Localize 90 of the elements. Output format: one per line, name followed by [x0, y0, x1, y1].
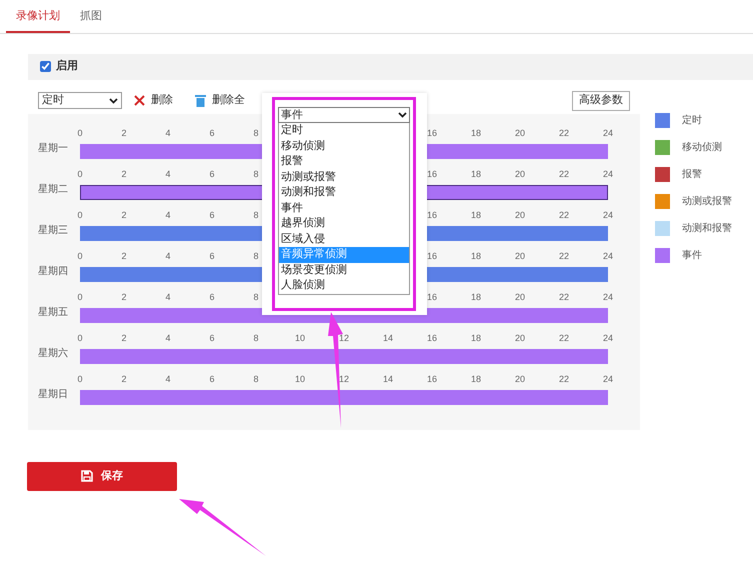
hour-label: 20 — [515, 208, 525, 222]
hour-label: 24 — [603, 168, 613, 180]
hour-label: 16 — [427, 290, 437, 304]
hour-label: 8 — [254, 290, 258, 304]
hour-label: 24 — [603, 290, 613, 304]
hour-label: 8 — [254, 372, 258, 386]
hour-label: 4 — [166, 332, 170, 344]
hour-label: 6 — [210, 332, 214, 344]
day-label: 星期三 — [38, 224, 68, 238]
hour-label: 20 — [515, 290, 525, 304]
hour-label: 18 — [471, 332, 481, 344]
hour-label: 4 — [166, 168, 170, 180]
enable-label: 启用 — [56, 58, 78, 74]
hour-label: 6 — [210, 250, 214, 262]
hour-label: 0 — [78, 250, 82, 262]
hour-label: 2 — [122, 332, 126, 344]
legend-label: 动测和报警 — [682, 222, 732, 236]
hour-label: 22 — [559, 332, 569, 344]
hour-label: 0 — [78, 208, 82, 222]
hour-label: 8 — [254, 168, 258, 180]
hour-label: 0 — [78, 372, 82, 386]
hour-label: 22 — [559, 250, 569, 262]
hour-label: 14 — [383, 372, 393, 386]
day-label: 星期六 — [38, 346, 68, 360]
hour-label: 4 — [166, 126, 170, 140]
hour-label: 18 — [471, 126, 481, 140]
hour-label: 0 — [78, 126, 82, 140]
hour-label: 22 — [559, 168, 569, 180]
legend-label: 移动侦测 — [682, 140, 722, 155]
hour-label: 20 — [515, 250, 525, 262]
hour-label: 6 — [210, 208, 214, 222]
day-label: 星期日 — [38, 388, 68, 402]
legend-label: 定时 — [682, 114, 702, 128]
hour-label: 2 — [122, 126, 126, 140]
hour-label: 16 — [427, 372, 437, 386]
hour-label: 22 — [559, 290, 569, 304]
hour-label: 18 — [471, 208, 481, 222]
hour-label: 10 — [295, 372, 305, 386]
hour-label: 16 — [427, 332, 437, 344]
hour-label: 0 — [78, 332, 82, 344]
hour-label: 16 — [427, 168, 437, 180]
hour-label: 10 — [295, 332, 305, 344]
legend-label: 事件 — [682, 248, 702, 263]
hour-label: 8 — [254, 250, 258, 262]
hour-label: 2 — [122, 372, 126, 386]
hour-label: 4 — [166, 290, 170, 304]
hour-label: 6 — [210, 290, 214, 304]
hour-label: 8 — [254, 208, 258, 222]
hour-label: 8 — [254, 126, 258, 140]
hour-label: 20 — [515, 168, 525, 180]
hour-label: 18 — [471, 168, 481, 180]
hour-label: 2 — [122, 250, 126, 262]
hour-label: 24 — [603, 208, 613, 222]
hour-label: 4 — [166, 250, 170, 262]
hour-label: 8 — [254, 332, 258, 344]
legend-label: 动测或报警 — [682, 194, 732, 209]
hour-label: 2 — [122, 290, 126, 304]
hour-label: 12 — [339, 332, 349, 344]
legend-label: 报警 — [682, 168, 702, 182]
hour-label: 6 — [210, 372, 214, 386]
hour-label: 20 — [515, 332, 525, 344]
hour-label: 22 — [559, 372, 569, 386]
hour-label: 24 — [603, 372, 613, 386]
hour-label: 16 — [427, 250, 437, 262]
hour-label: 2 — [122, 208, 126, 222]
hour-label: 12 — [339, 372, 349, 386]
hour-label: 20 — [515, 372, 525, 386]
hour-label: 0 — [78, 290, 82, 304]
day-label: 星期五 — [38, 306, 68, 320]
hour-label: 20 — [515, 126, 525, 140]
hour-label: 16 — [427, 208, 437, 222]
hour-label: 18 — [471, 290, 481, 304]
hour-label: 4 — [166, 372, 170, 386]
hour-label: 18 — [471, 250, 481, 262]
hour-label: 24 — [603, 332, 613, 344]
hour-label: 6 — [210, 126, 214, 140]
hour-label: 16 — [427, 126, 437, 140]
hour-label: 24 — [603, 250, 613, 262]
day-label: 星期二 — [38, 182, 68, 196]
hour-label: 0 — [78, 168, 82, 180]
hour-label: 2 — [122, 168, 126, 180]
hour-label: 18 — [471, 372, 481, 386]
day-label: 星期一 — [38, 142, 68, 156]
hour-label: 6 — [210, 168, 214, 180]
hour-label: 24 — [603, 126, 613, 140]
day-label: 星期四 — [38, 264, 68, 278]
hour-label: 22 — [559, 126, 569, 140]
hour-label: 22 — [559, 208, 569, 222]
hour-label: 14 — [383, 332, 393, 344]
hour-label: 4 — [166, 208, 170, 222]
